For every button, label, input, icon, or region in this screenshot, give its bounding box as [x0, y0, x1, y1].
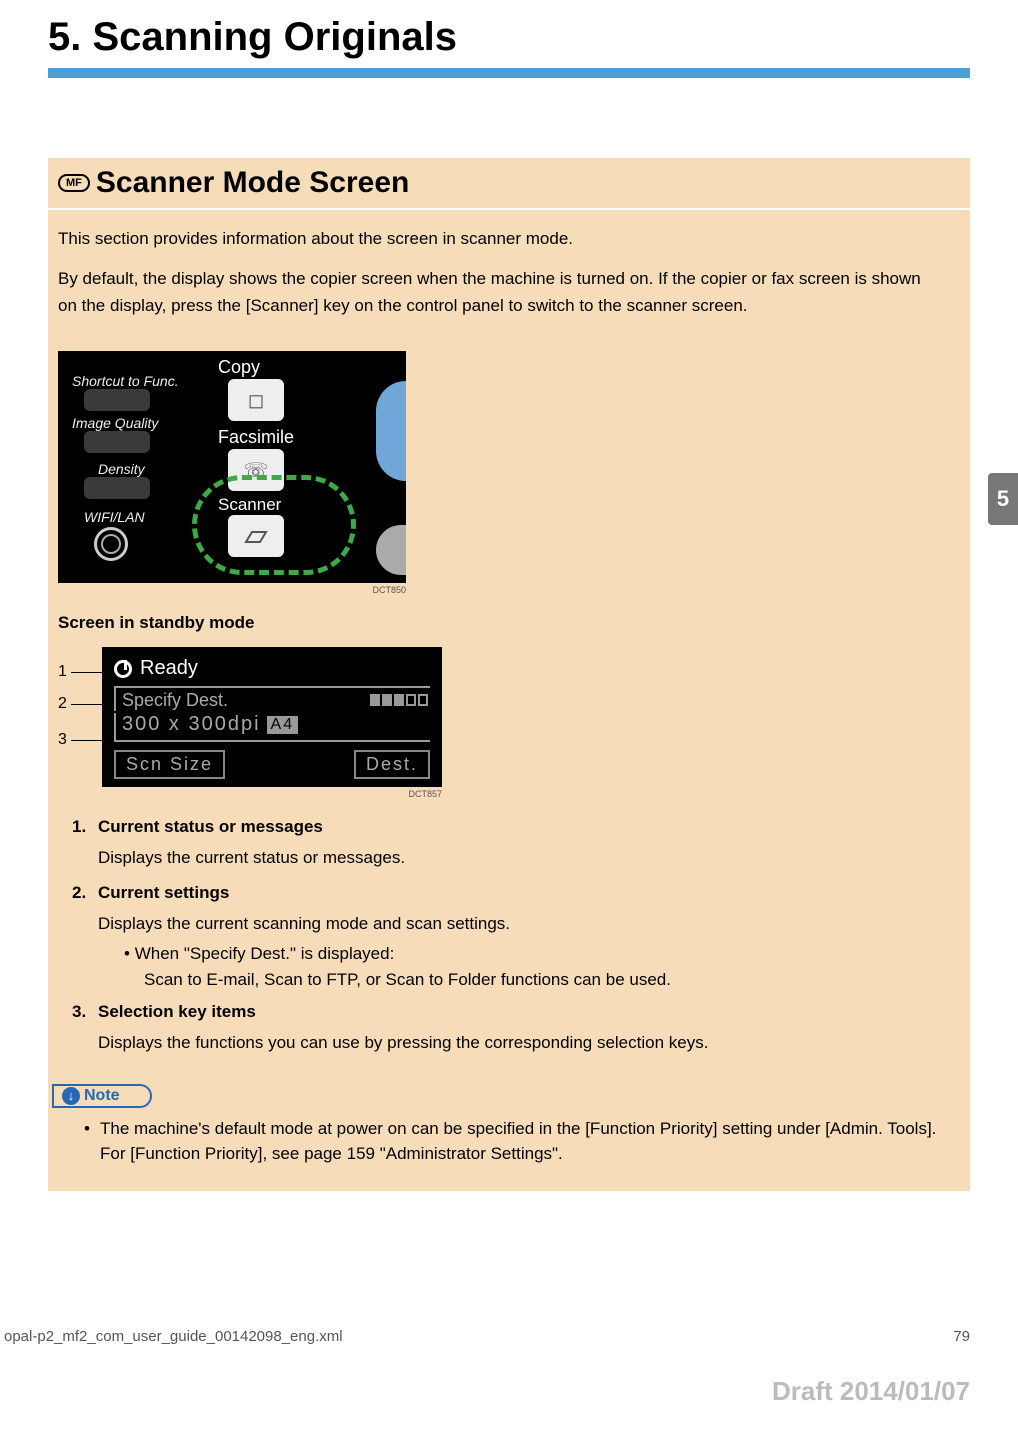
mf-badge: MF: [58, 174, 90, 192]
panel-side: [376, 381, 406, 481]
power-icon: [114, 660, 132, 678]
mode-label-scanner: Scanner: [218, 495, 281, 515]
panel-label-density: Density: [98, 461, 145, 477]
item-desc: Displays the current status or messages.: [98, 845, 944, 871]
item-desc: Displays the functions you can use by pr…: [98, 1030, 944, 1056]
section-header: MF Scanner Mode Screen: [48, 158, 970, 208]
item-title: Selection key items: [98, 1002, 256, 1021]
panel-button: [84, 431, 150, 453]
panel-label-image-quality: Image Quality: [72, 415, 158, 431]
section-title: Scanner Mode Screen: [96, 166, 409, 200]
lcd-specify-dest: Specify Dest.: [122, 690, 228, 711]
scanner-icon: [228, 515, 284, 557]
item-desc: Displays the current scanning mode and s…: [98, 911, 944, 937]
mode-label-facsimile: Facsimile: [218, 427, 294, 448]
panel-button: [84, 477, 150, 499]
note-label: Note: [84, 1087, 120, 1105]
item-title: Current settings: [98, 883, 229, 902]
panel-side: [376, 525, 406, 575]
figure-id: DCT850: [58, 585, 406, 595]
callout-3: 3: [58, 731, 67, 749]
draft-watermark: Draft 2014/01/07: [772, 1376, 970, 1407]
lcd-paper-size: A4: [267, 716, 299, 734]
item-number: 2.: [72, 883, 98, 903]
item-title: Current status or messages: [98, 817, 323, 836]
chapter-title: 5. Scanning Originals: [48, 15, 970, 60]
chapter-tab: 5: [988, 473, 1018, 525]
item-sub: • When "Specify Dest." is displayed:: [124, 944, 944, 964]
item-number: 1.: [72, 817, 98, 837]
footer-filename: opal-p2_mf2_com_user_guide_00142098_eng.…: [4, 1328, 343, 1345]
panel-label-wifi: WIFI/LAN: [84, 509, 145, 525]
copy-icon: ◻: [228, 379, 284, 421]
lcd-ready: Ready: [140, 657, 198, 680]
note-arrow-icon: ↓: [62, 1087, 80, 1105]
callout-1: 1: [58, 663, 67, 681]
standby-figure: 1 2 3 Ready Specify Dest. 300 x 300dpi A…: [58, 647, 970, 787]
lcd-scn-size-key: Scn Size: [114, 750, 225, 779]
intro-paragraph-1: This section provides information about …: [58, 226, 944, 252]
wifi-ring-icon: [94, 527, 128, 561]
note-text: The machine's default mode at power on c…: [84, 1116, 944, 1167]
panel-label-shortcut: Shortcut to Func.: [72, 373, 179, 389]
intro-paragraph-2: By default, the display shows the copier…: [58, 266, 944, 319]
control-panel-figure: Shortcut to Func. Image Quality Density …: [58, 351, 406, 583]
content-area: MF Scanner Mode Screen This section prov…: [48, 158, 970, 1191]
item-number: 3.: [72, 1002, 98, 1022]
standby-heading: Screen in standby mode: [48, 613, 970, 643]
footer-page-number: 79: [953, 1328, 970, 1345]
divider: [48, 208, 970, 210]
lcd-indicator-icon: [368, 690, 428, 711]
callout-2: 2: [58, 695, 67, 713]
figure-id: DCT857: [102, 789, 442, 799]
item-sub-desc: Scan to E-mail, Scan to FTP, or Scan to …: [144, 970, 944, 990]
note-badge: ↓ Note: [52, 1084, 152, 1108]
lcd-screen: Ready Specify Dest. 300 x 300dpi A4 Scn …: [102, 647, 442, 787]
mode-label-copy: Copy: [218, 357, 260, 378]
lcd-resolution: 300 x 300dpi: [122, 713, 261, 736]
lcd-dest-key: Dest.: [354, 750, 430, 779]
chapter-rule: [48, 68, 970, 78]
panel-button: [84, 389, 150, 411]
